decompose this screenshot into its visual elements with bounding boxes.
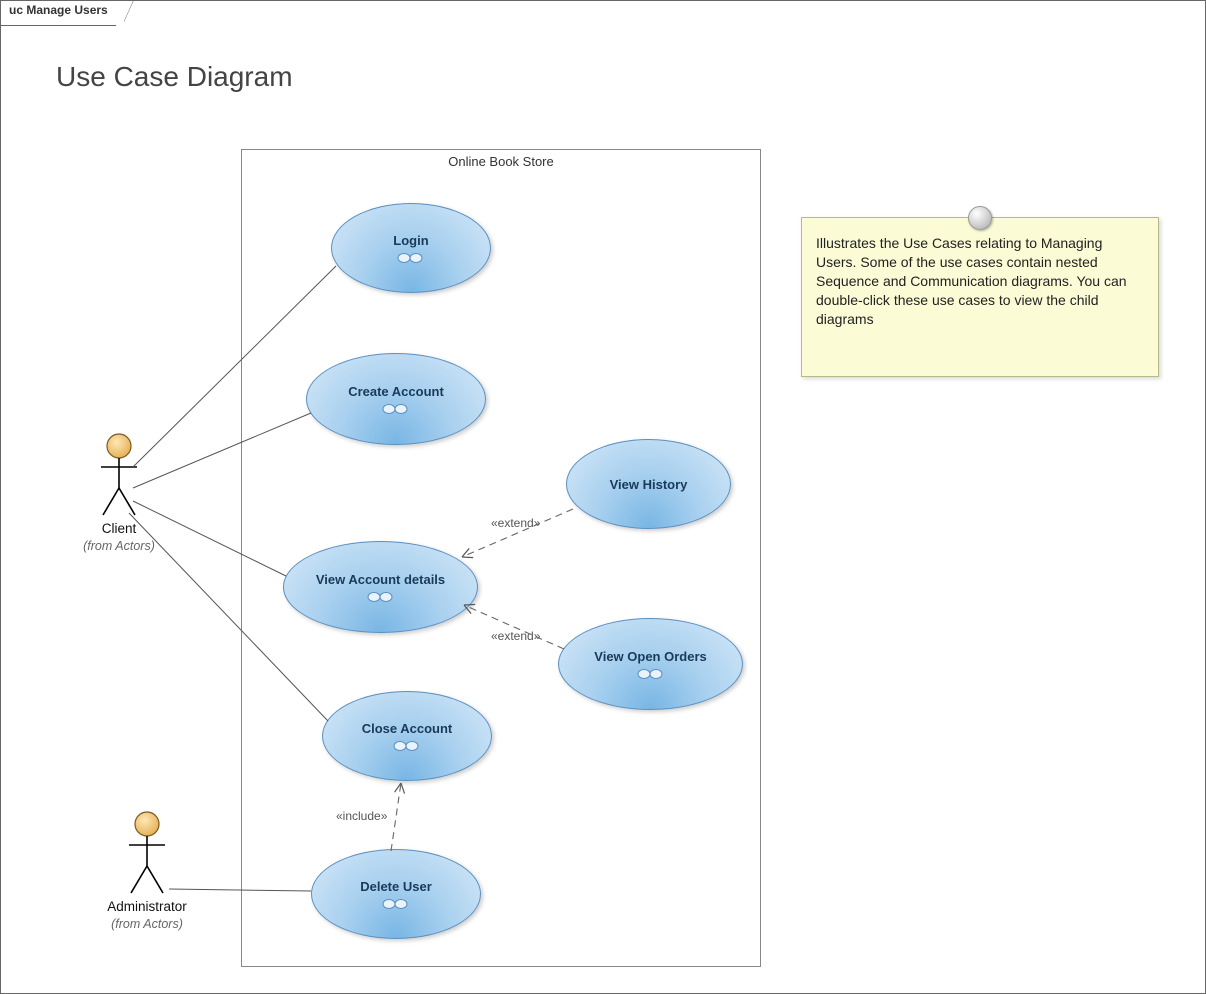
usecase-view-account-details[interactable]: View Account details bbox=[283, 541, 478, 633]
diagram-tab-label: uc Manage Users bbox=[9, 3, 108, 17]
usecase-delete-user[interactable]: Delete User bbox=[311, 849, 481, 939]
usecase-label: View Open Orders bbox=[588, 649, 712, 664]
actor-client[interactable]: Client (from Actors) bbox=[69, 433, 169, 554]
pushpin-icon bbox=[968, 206, 992, 230]
child-diagram-icon bbox=[396, 252, 426, 264]
usecase-close-account[interactable]: Close Account bbox=[322, 691, 492, 781]
usecase-label: View History bbox=[604, 477, 694, 492]
usecase-label: View Account details bbox=[310, 572, 451, 587]
usecase-label: Create Account bbox=[342, 384, 450, 399]
system-boundary-title: Online Book Store bbox=[242, 154, 760, 169]
actor-from-label: (from Actors) bbox=[97, 917, 197, 931]
actor-name: Client bbox=[69, 521, 169, 537]
child-diagram-icon bbox=[366, 591, 396, 603]
child-diagram-icon bbox=[392, 740, 422, 752]
note-text: Illustrates the Use Cases relating to Ma… bbox=[816, 235, 1127, 327]
diagram-note: Illustrates the Use Cases relating to Ma… bbox=[801, 217, 1159, 377]
child-diagram-icon bbox=[636, 668, 666, 680]
usecase-label: Login bbox=[387, 233, 434, 248]
relationship-label-extend: «extend» bbox=[491, 629, 540, 643]
child-diagram-icon bbox=[381, 898, 411, 910]
actor-name: Administrator bbox=[97, 899, 197, 915]
tab-fold-icon-inner bbox=[124, 1, 133, 21]
usecase-label: Delete User bbox=[354, 879, 438, 894]
relationship-label-include: «include» bbox=[336, 809, 387, 823]
actor-administrator[interactable]: Administrator (from Actors) bbox=[97, 811, 197, 932]
diagram-frame: uc Manage Users Use Case Diagram Online … bbox=[0, 0, 1206, 994]
actor-stick-figure-icon bbox=[97, 433, 141, 519]
child-diagram-icon bbox=[381, 403, 411, 415]
diagram-tab: uc Manage Users bbox=[0, 0, 116, 26]
actor-stick-figure-icon bbox=[125, 811, 169, 897]
usecase-label: Close Account bbox=[356, 721, 459, 736]
usecase-view-history[interactable]: View History bbox=[566, 439, 731, 529]
page-title: Use Case Diagram bbox=[56, 61, 293, 93]
usecase-view-open-orders[interactable]: View Open Orders bbox=[558, 618, 743, 710]
actor-from-label: (from Actors) bbox=[69, 539, 169, 553]
usecase-create-account[interactable]: Create Account bbox=[306, 353, 486, 445]
usecase-login[interactable]: Login bbox=[331, 203, 491, 293]
relationship-label-extend: «extend» bbox=[491, 516, 540, 530]
